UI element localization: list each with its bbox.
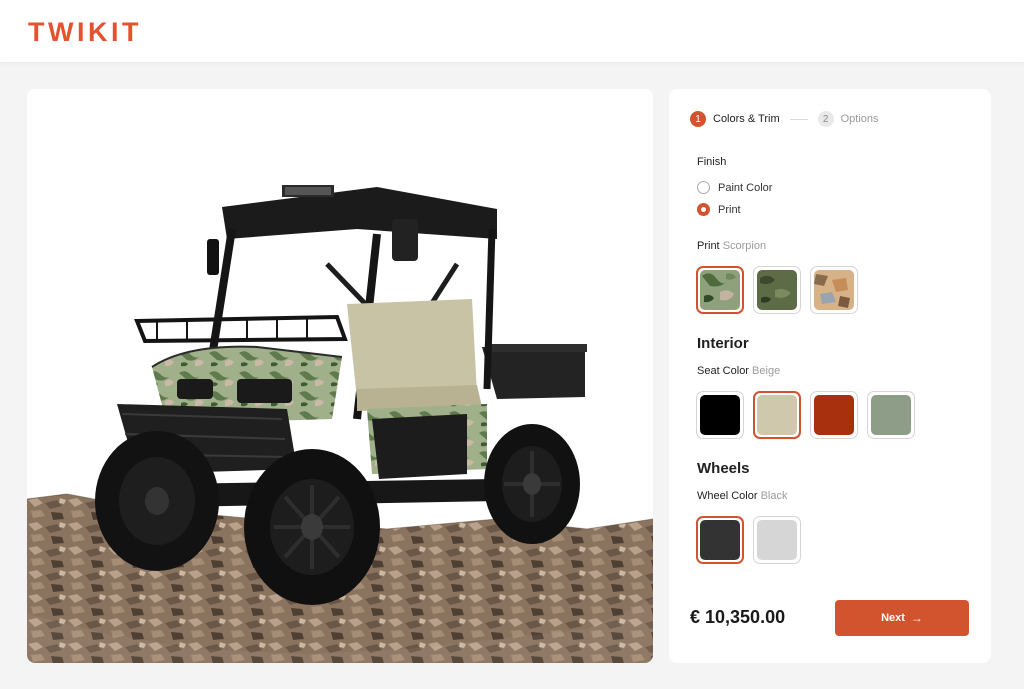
camo-pattern-desert: [814, 270, 854, 310]
top-bar: TWIKIT: [0, 0, 1024, 62]
step-1-label[interactable]: Colors & Trim: [713, 113, 780, 125]
swatch-fill: [700, 520, 740, 560]
print-label-title: Print: [697, 240, 720, 252]
step-connector: [789, 118, 808, 120]
swatch-fill: [757, 395, 797, 435]
total-price: € 10,350.00: [690, 607, 786, 627]
print-swatch-desert[interactable]: [810, 266, 858, 314]
wheel-color-label-value: Black: [760, 490, 788, 502]
swatch-fill: [814, 395, 854, 435]
step-2-number[interactable]: 2: [817, 111, 834, 127]
seat-color-label: Seat Color Beige: [697, 365, 780, 377]
wheel-color-label-title: Wheel Color: [697, 490, 758, 502]
stepper: 1 Colors & Trim 2 Options: [690, 111, 879, 127]
configurator-panel: 1 Colors & Trim 2 Options Finish Paint C…: [669, 89, 991, 663]
seat-swatch-beige[interactable]: [753, 391, 801, 439]
finish-option-label: Print: [718, 203, 741, 216]
finish-label: Finish: [697, 156, 727, 168]
camo-pattern-green: [700, 270, 740, 310]
swatch-fill: [871, 395, 911, 435]
finish-option-print[interactable]: Print: [697, 203, 741, 216]
radio-checked-icon[interactable]: [697, 203, 710, 216]
wheel-swatch-black[interactable]: [696, 516, 744, 564]
print-label: Print Scorpion: [697, 240, 766, 252]
wheels-title: Wheels: [697, 460, 750, 477]
seat-swatch-sage[interactable]: [867, 391, 915, 439]
camo-pattern-dark: [757, 270, 797, 310]
interior-title: Interior: [697, 335, 749, 352]
seat-swatch-red[interactable]: [810, 391, 858, 439]
next-button[interactable]: Next →: [835, 600, 969, 636]
swatch-fill: [700, 395, 740, 435]
wheel-swatch-silver[interactable]: [753, 516, 801, 564]
radio-unchecked-icon[interactable]: [697, 181, 710, 194]
print-label-value: Scorpion: [722, 240, 767, 252]
brand-logo[interactable]: TWIKIT: [28, 17, 142, 48]
print-swatch-woodland[interactable]: [753, 266, 801, 314]
finish-option-label: Paint Color: [718, 181, 773, 194]
seat-color-label-title: Seat Color: [697, 365, 749, 377]
seat-color-label-value: Beige: [752, 365, 781, 377]
utv-render-image[interactable]: [27, 89, 653, 663]
wheel-color-label: Wheel Color Black: [697, 490, 788, 502]
wheel-rear-right: [484, 424, 580, 544]
print-swatch-scorpion[interactable]: [696, 266, 744, 314]
step-2-label[interactable]: Options: [841, 113, 879, 125]
seat-swatch-black[interactable]: [696, 391, 744, 439]
arrow-right-icon: →: [910, 611, 923, 625]
next-button-label: Next: [881, 612, 905, 624]
step-1-number[interactable]: 1: [690, 111, 706, 127]
swatch-fill: [757, 520, 797, 560]
product-viewer[interactable]: [27, 89, 653, 663]
finish-option-paint-color[interactable]: Paint Color: [697, 181, 772, 194]
wheel-front-left: [95, 431, 219, 571]
wheel-front-right: [244, 449, 380, 605]
